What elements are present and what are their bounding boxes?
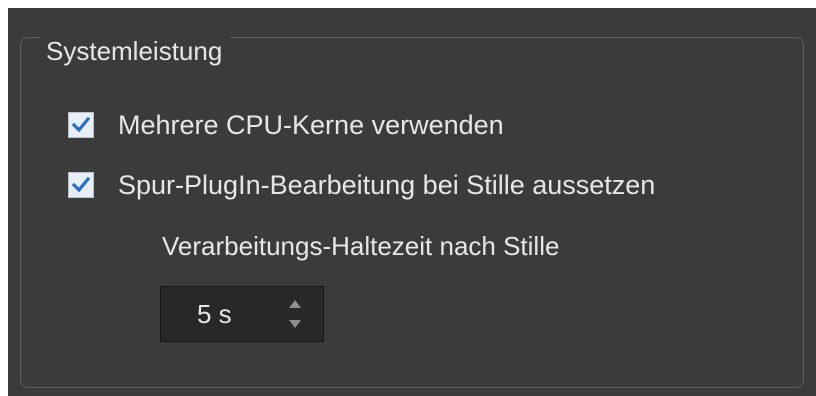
system-performance-group — [20, 37, 804, 388]
hold-time-value[interactable]: 5 s — [197, 287, 232, 341]
checkmark-icon — [71, 176, 91, 193]
checkmark-icon — [71, 116, 91, 133]
suspend-plugin-checkbox[interactable] — [68, 172, 94, 198]
suspend-plugin-label: Spur-PlugIn-Bearbeitung bei Stille ausse… — [118, 169, 656, 200]
spin-down-button[interactable] — [286, 317, 304, 331]
multi-cpu-label: Mehrere CPU-Kerne verwenden — [118, 109, 504, 140]
multi-cpu-checkbox[interactable] — [68, 112, 94, 138]
hold-time-spinbox[interactable]: 5 s — [160, 286, 324, 342]
hold-time-label: Verarbeitungs-Haltezeit nach Stille — [162, 231, 560, 261]
group-title: Systemleistung — [40, 31, 231, 71]
triangle-up-icon — [289, 300, 301, 308]
triangle-down-icon — [289, 320, 301, 328]
spin-up-button[interactable] — [286, 297, 304, 311]
suspend-plugin-option[interactable]: Spur-PlugIn-Bearbeitung bei Stille ausse… — [68, 167, 655, 203]
dialog-canvas: Systemleistung Mehrere CPU-Kerne verwend… — [0, 0, 816, 396]
multi-cpu-option[interactable]: Mehrere CPU-Kerne verwenden — [68, 107, 504, 143]
